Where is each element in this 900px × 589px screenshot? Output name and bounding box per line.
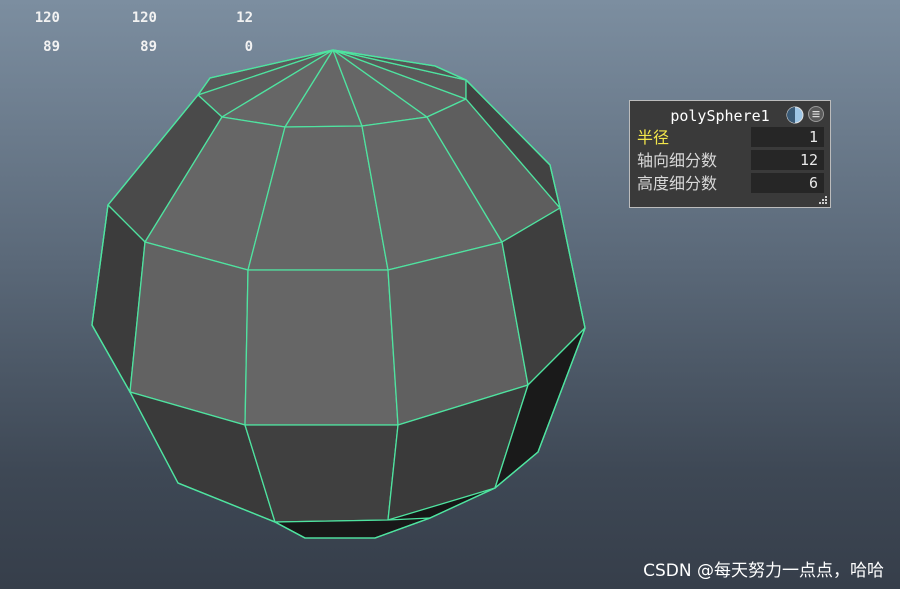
subdivisions-height-field[interactable]: 6 — [751, 173, 824, 193]
attr-label: 高度细分数 — [637, 174, 718, 193]
panel-header: polySphere1 — [630, 101, 830, 127]
resize-grip-icon[interactable] — [819, 196, 827, 204]
subdivisions-axis-field[interactable]: 12 — [751, 150, 824, 170]
viewport-sphere[interactable] — [0, 0, 900, 589]
attr-row-subdivisions-axis: 轴向细分数 12 — [630, 149, 830, 171]
panel-title: polySphere1 — [670, 107, 770, 125]
menu-icon[interactable] — [808, 106, 824, 122]
toggle-icon[interactable] — [786, 106, 804, 124]
watermark: CSDN @每天努力一点点，哈哈 — [643, 561, 884, 581]
attr-row-subdivisions-height: 高度细分数 6 — [630, 172, 830, 194]
attr-label: 轴向细分数 — [637, 151, 718, 170]
attribute-panel: polySphere1 半径 1 轴向细分数 12 高度细分数 6 — [629, 100, 831, 208]
attr-row-radius: 半径 1 — [630, 126, 830, 148]
attr-label: 半径 — [637, 128, 670, 147]
radius-field[interactable]: 1 — [751, 127, 824, 147]
sphere-face — [244, 269, 399, 426]
